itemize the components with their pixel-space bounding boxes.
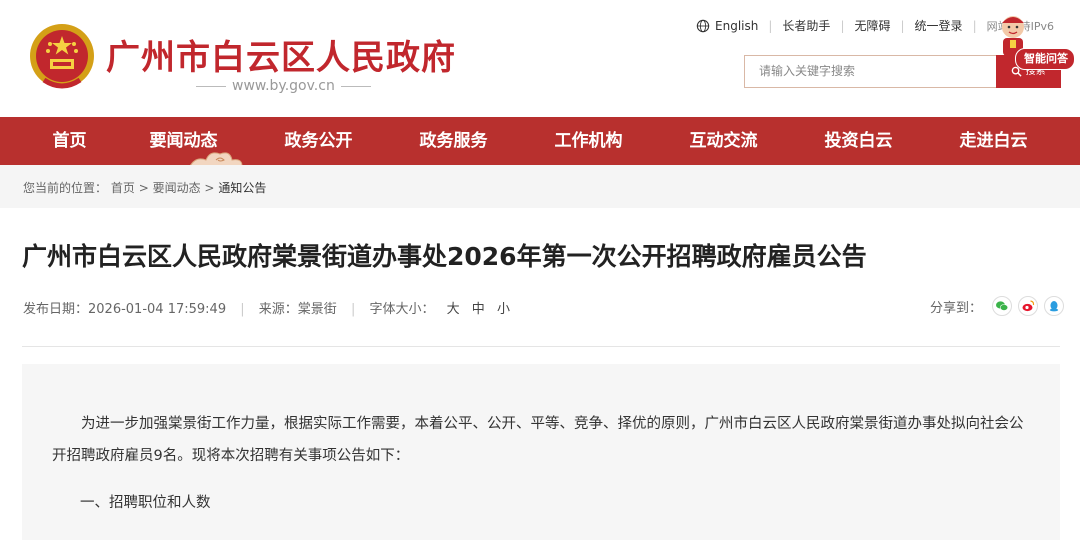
nav-item-gov-affairs[interactable]: 政务公开 [251, 117, 386, 165]
nav-item-interaction[interactable]: 互动交流 [656, 117, 791, 165]
national-emblem-icon [30, 24, 94, 89]
share-bar: 分享到： [930, 296, 1065, 316]
nav-item-agencies[interactable]: 工作机构 [521, 117, 656, 165]
wechat-icon[interactable] [992, 296, 1013, 316]
source-value: 棠景街 [297, 302, 337, 317]
site-url: www.by.gov.cn [190, 78, 377, 94]
breadcrumb-current[interactable]: 通知公告 [218, 181, 266, 195]
smart-qa-button[interactable]: 智能问答 [1015, 48, 1075, 70]
breadcrumb: 您当前的位置： 首页 > 要闻动态 > 通知公告 [0, 165, 1080, 208]
toplink-accessibility[interactable]: 无障碍 [854, 17, 890, 34]
article-content: 为进一步加强棠景街工作力量，根据实际工作需要，本着公平、公开、平等、竞争、择优的… [22, 364, 1060, 540]
nav-item-investment[interactable]: 投资白云 [791, 117, 926, 165]
font-size-small[interactable]: 小 [497, 302, 510, 317]
breadcrumb-prefix: 您当前的位置： [23, 181, 108, 195]
font-size-medium[interactable]: 中 [472, 302, 485, 317]
article-title: 广州市白云区人民政府棠景街道办事处2026年第一次公开招聘政府雇员公告 [22, 242, 867, 271]
breadcrumb-news[interactable]: 要闻动态 [153, 181, 201, 195]
article-paragraph: 为进一步加强棠景街工作力量，根据实际工作需要，本着公平、公开、平等、竞争、择优的… [52, 416, 1024, 464]
share-label: 分享到： [930, 300, 983, 316]
toplink-english[interactable]: English [715, 19, 758, 33]
nav-item-about[interactable]: 走进白云 [926, 117, 1061, 165]
site-url-text: www.by.gov.cn [232, 78, 335, 94]
qq-icon[interactable] [1044, 296, 1065, 316]
toplink-elder-assistant[interactable]: 长者助手 [782, 17, 830, 34]
date-label: 发布日期： [23, 302, 89, 317]
main-nav: 首页 要闻动态 政务公开 政务服务 工作机构 互动交流 投资白云 走进白云 [0, 117, 1080, 165]
article-meta: 发布日期：2026-01-04 17:59:49 | 来源：棠景街 | 字体大小… [23, 302, 510, 317]
site-title[interactable]: 广州市白云区人民政府 [106, 30, 456, 79]
search-input[interactable]: 请输入关键字搜索 [744, 55, 996, 88]
breadcrumb-separator: > [138, 181, 149, 195]
site-header: 广州市白云区人民政府 www.by.gov.cn English | 长者助手 … [0, 0, 1080, 117]
source-label: 来源： [258, 302, 298, 317]
nav-item-gov-services[interactable]: 政务服务 [386, 117, 521, 165]
weibo-icon[interactable] [1018, 296, 1039, 316]
font-size-label: 字体大小： [369, 302, 435, 317]
font-size-large[interactable]: 大 [447, 302, 460, 317]
toplink-login[interactable]: 统一登录 [915, 17, 963, 34]
globe-icon [696, 19, 710, 32]
divider [22, 346, 1060, 347]
section-heading: 一、招聘职位和人数 [80, 495, 211, 511]
publish-date: 2026-01-04 17:59:49 [88, 302, 227, 317]
breadcrumb-separator: > [204, 181, 215, 195]
breadcrumb-home[interactable]: 首页 [111, 181, 135, 195]
